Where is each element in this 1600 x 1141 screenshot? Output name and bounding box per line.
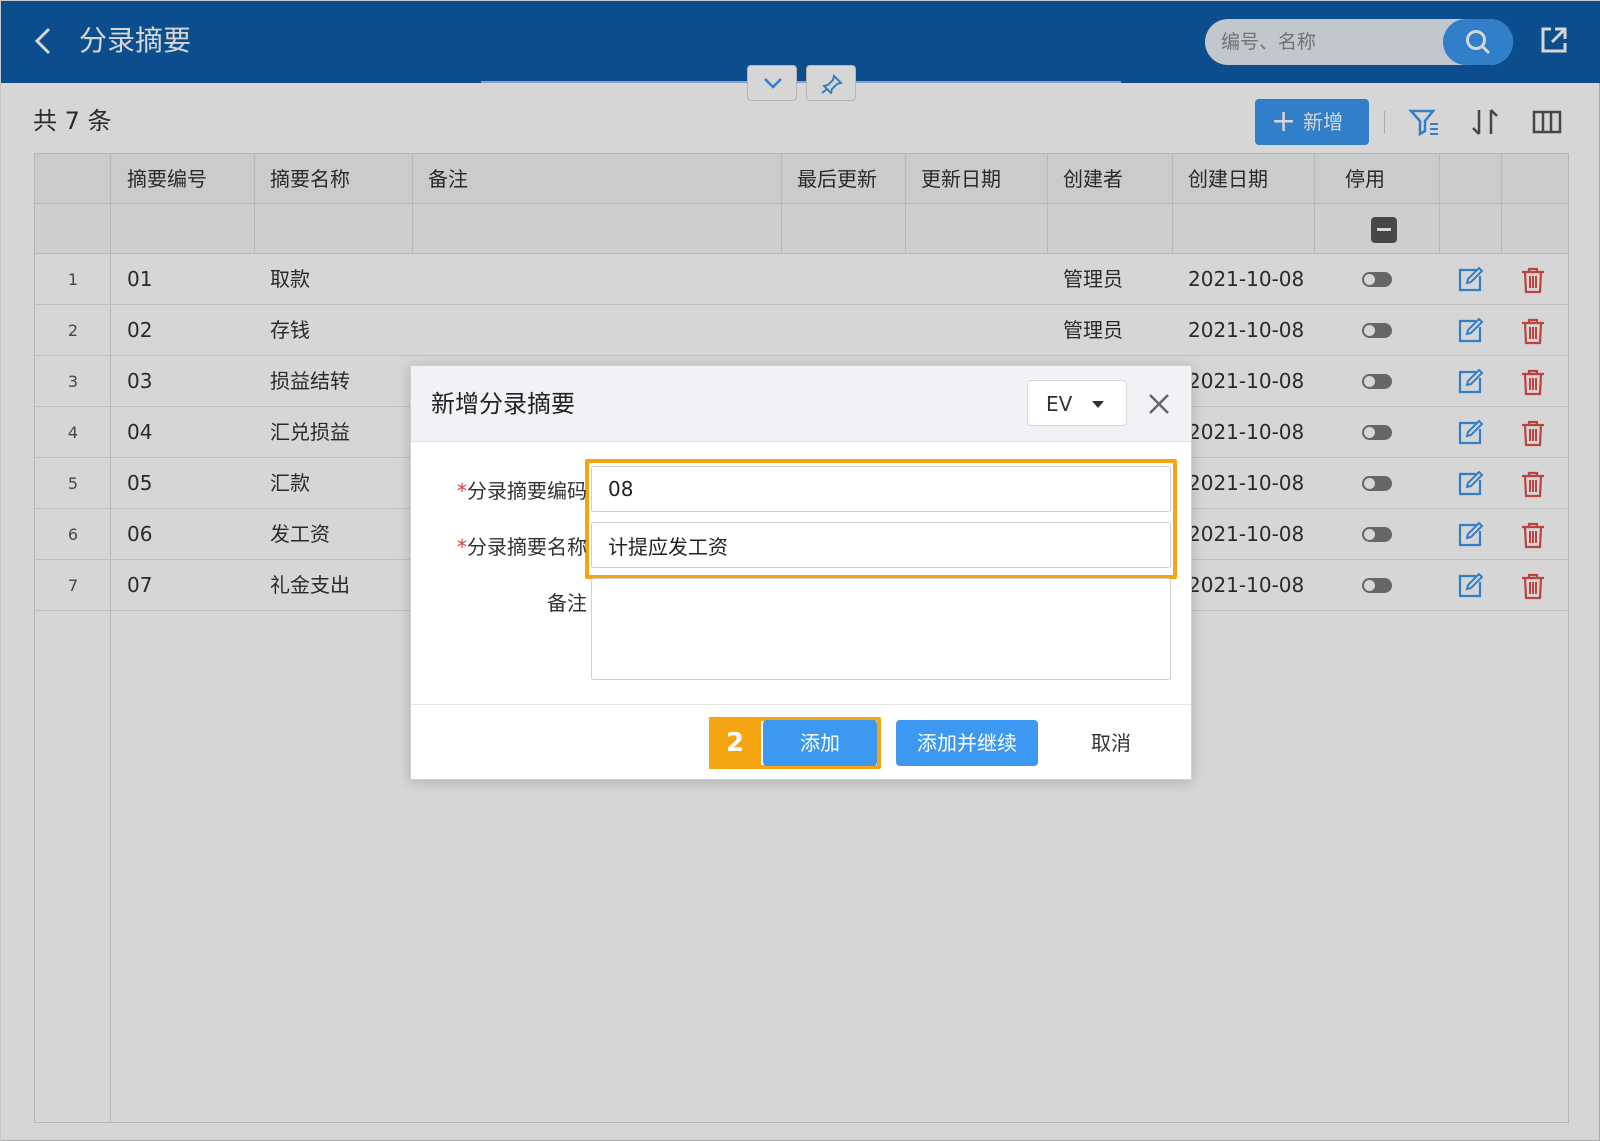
remark-textarea[interactable] [591, 578, 1171, 680]
dialog-title: 新增分录摘要 [431, 390, 575, 418]
code-input[interactable] [591, 466, 1171, 512]
add-confirm-button[interactable]: 添加 [763, 720, 877, 766]
dialog-header: 新增分录摘要 EV [411, 366, 1191, 442]
dialog-footer: 2 添加 添加并继续 取消 [411, 704, 1191, 779]
required-mark: * [457, 479, 467, 503]
close-icon[interactable] [1145, 390, 1173, 418]
name-input[interactable] [591, 522, 1171, 568]
remark-field-label: 备注 [547, 591, 587, 615]
cancel-button[interactable]: 取消 [1071, 720, 1151, 766]
code-label-text: 分录摘要编码 [467, 479, 587, 503]
language-select[interactable]: EV [1027, 380, 1127, 426]
language-value: EV [1046, 392, 1073, 416]
required-mark: * [457, 535, 467, 559]
add-continue-button[interactable]: 添加并继续 [896, 720, 1038, 766]
step-badge: 2 [709, 717, 761, 769]
caret-down-icon [1092, 401, 1104, 408]
page: 分录摘要 共 7 条 + 新增 摘要编号 摘要名称 备注 [0, 0, 1600, 1141]
add-summary-dialog: 新增分录摘要 EV *分录摘要编码 *分录摘要名称 备注 2 添加 添加并继续 … [410, 365, 1192, 780]
name-label-text: 分录摘要名称 [467, 535, 587, 559]
name-field-label: *分录摘要名称 [431, 532, 587, 562]
code-field-label: *分录摘要编码 [431, 476, 587, 506]
